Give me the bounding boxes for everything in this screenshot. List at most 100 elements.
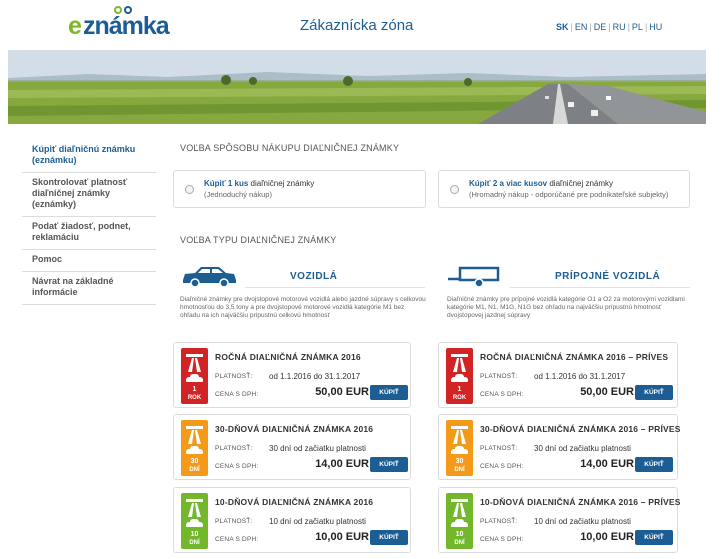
price-label: CENA S DPH:: [215, 463, 259, 470]
lang-de[interactable]: DE: [594, 22, 607, 32]
highway-banner: [8, 50, 706, 124]
product-title: 30-DŇOVÁ DIAĽNIČNÁ ZNÁMKA 2016: [215, 424, 374, 434]
sidebar-item-request[interactable]: Podať žiadosť, podnet, reklamáciu: [22, 217, 156, 250]
highway-icon: [451, 499, 468, 517]
validity-value: 30 dní od začiatku platnosti: [534, 444, 631, 453]
buy-button[interactable]: KÚPIŤ: [370, 457, 408, 472]
validity-value: 10 dní od začiatku platnosti: [534, 517, 631, 526]
vehicles-description: Diaľničné známky pre dvojstopové motorov…: [180, 296, 426, 319]
price-value: 50,00 EUR: [315, 386, 369, 398]
option-multi-label: Kúpiť 2 a viac kusov diaľničnej známky: [469, 179, 613, 188]
badge-value: 10: [190, 531, 199, 538]
buy-button[interactable]: KÚPIŤ: [370, 385, 408, 400]
highway-icon: [451, 426, 468, 444]
badge-unit: ROK: [187, 395, 202, 401]
option-multi-purchase[interactable]: Kúpiť 2 a viac kusov diaľničnej známky (…: [438, 170, 690, 208]
validity-value: od 1.1.2016 do 31.1.2017: [534, 372, 626, 381]
page-title: Zákaznícka zóna: [300, 17, 414, 34]
validity-value: od 1.1.2016 do 31.1.2017: [269, 372, 361, 381]
price-label: CENA S DPH:: [480, 463, 524, 470]
trailers-heading: PRÍPOJNÉ VOZIDLÁ: [555, 271, 661, 282]
lang-pl[interactable]: PL: [632, 22, 643, 32]
badge-value: 1: [457, 386, 462, 393]
option-multi-pre: Kúpiť: [469, 179, 491, 188]
lang-en[interactable]: EN: [575, 22, 588, 32]
trailers-description: Diaľničné známky pre prípojné vozidlá ka…: [447, 296, 685, 319]
eznamka-logo[interactable]: e známka: [68, 6, 178, 40]
radio-single[interactable]: [185, 185, 194, 194]
price-value: 14,00 EUR: [580, 458, 634, 470]
option-single-pre: Kúpiť: [204, 179, 226, 188]
buy-button[interactable]: KÚPIŤ: [635, 385, 673, 400]
badge-unit: DNÍ: [189, 540, 200, 546]
trailer-icon: [448, 266, 500, 288]
sidebar-item-buy[interactable]: Kúpiť diaľničnú známku (eznámku): [22, 140, 156, 173]
vignette-badge: 30 DNÍ: [181, 420, 208, 476]
purchase-method-title: VOĽBA SPÔSOBU NÁKUPU DIAĽNIČNEJ ZNÁMKY: [180, 143, 400, 153]
vignette-badge: 10 DNÍ: [446, 493, 473, 549]
badge-value: 1: [192, 386, 197, 393]
divider: [245, 287, 425, 288]
option-multi-sub: (Hromadný nákup - odporúčané pre podnika…: [469, 190, 669, 199]
language-switcher: SK | EN | DE | RU | PL | HU: [556, 22, 663, 32]
price-value: 50,00 EUR: [580, 386, 634, 398]
lang-ru[interactable]: RU: [613, 22, 626, 32]
lang-hu[interactable]: HU: [649, 22, 662, 32]
product-card-30day-trailer: 30 DNÍ 30-DŇOVÁ DIAĽNIČNÁ ZNÁMKA 2016 – …: [438, 414, 680, 480]
trailer-icon: [451, 374, 468, 382]
vehicles-heading: VOZIDLÁ: [290, 271, 338, 282]
option-single-purchase[interactable]: Kúpiť 1 kus diaľničnej známky (Jednoduch…: [173, 170, 426, 208]
vignette-badge: 30 DNÍ: [446, 420, 473, 476]
sidebar-nav: Kúpiť diaľničnú známku (eznámku) Skontro…: [22, 140, 156, 305]
price-label: CENA S DPH:: [215, 391, 259, 398]
product-card-annual: 1 ROK ROČNÁ DIAĽNIČNÁ ZNÁMKA 2016 PLATNO…: [173, 342, 411, 408]
option-single-post: diaľničnej známky: [250, 179, 315, 188]
badge-unit: DNÍ: [189, 467, 200, 473]
product-title: ROČNÁ DIAĽNIČNÁ ZNÁMKA 2016: [215, 352, 361, 362]
option-single-sub: (Jednoduchý nákup): [204, 190, 272, 199]
car-icon: [183, 267, 236, 288]
product-card-10day: 10 DNÍ 10-DŇOVÁ DIAĽNIČNÁ ZNÁMKA 2016 PL…: [173, 487, 411, 553]
product-title: 10-DŇOVÁ DIAĽNIČNÁ ZNÁMKA 2016 – PRÍVES: [480, 497, 681, 507]
badge-value: 10: [455, 531, 464, 538]
badge-value: 30: [190, 458, 199, 465]
option-single-label: Kúpiť 1 kus diaľničnej známky: [204, 179, 314, 188]
validity-label: PLATNOSŤ:: [480, 373, 518, 380]
vignette-badge: 1 ROK: [181, 348, 208, 404]
sidebar-item-help[interactable]: Pomoc: [22, 250, 156, 272]
price-value: 10,00 EUR: [580, 531, 634, 543]
badge-unit: ROK: [452, 395, 467, 401]
sidebar-item-check-validity[interactable]: Skontrolovať platnosť diaľničnej známky …: [22, 173, 156, 217]
option-multi-count: 2 a viac kusov: [492, 179, 548, 188]
highway-icon: [451, 354, 468, 372]
logo-ring-icon: [114, 6, 122, 14]
validity-label: PLATNOSŤ:: [480, 445, 518, 452]
vignette-badge: 1 ROK: [446, 348, 473, 404]
radio-multi[interactable]: [450, 185, 459, 194]
trailer-icon: [451, 519, 468, 527]
product-title: ROČNÁ DIAĽNIČNÁ ZNÁMKA 2016 – PRÍVES: [480, 352, 669, 362]
buy-button[interactable]: KÚPIŤ: [635, 457, 673, 472]
vignette-badge: 10 DNÍ: [181, 493, 208, 549]
product-title: 10-DŇOVÁ DIAĽNIČNÁ ZNÁMKA 2016: [215, 497, 374, 507]
divider: [510, 287, 690, 288]
validity-label: PLATNOSŤ:: [215, 518, 253, 525]
validity-value: 10 dní od začiatku platnosti: [269, 517, 366, 526]
price-label: CENA S DPH:: [480, 391, 524, 398]
buy-button[interactable]: KÚPIŤ: [635, 530, 673, 545]
buy-button[interactable]: KÚPIŤ: [370, 530, 408, 545]
type-title: VOĽBA TYPU DIAĽNIČNEJ ZNÁMKY: [180, 235, 337, 245]
sidebar-item-back[interactable]: Návrat na základné informácie: [22, 272, 156, 305]
logo-ring-icon: [124, 6, 132, 14]
badge-value: 30: [455, 458, 464, 465]
badge-unit: DNÍ: [454, 540, 465, 546]
price-label: CENA S DPH:: [215, 536, 259, 543]
validity-label: PLATNOSŤ:: [215, 373, 253, 380]
product-card-10day-trailer: 10 DNÍ 10-DŇOVÁ DIAĽNIČNÁ ZNÁMKA 2016 – …: [438, 487, 681, 553]
car-icon: [186, 446, 203, 454]
lang-sk[interactable]: SK: [556, 22, 569, 32]
product-card-30day: 30 DNÍ 30-DŇOVÁ DIAĽNIČNÁ ZNÁMKA 2016 PL…: [173, 414, 411, 480]
product-card-annual-trailer: 1 ROK ROČNÁ DIAĽNIČNÁ ZNÁMKA 2016 – PRÍV…: [438, 342, 678, 408]
badge-unit: DNÍ: [454, 467, 465, 473]
car-icon: [186, 374, 203, 382]
